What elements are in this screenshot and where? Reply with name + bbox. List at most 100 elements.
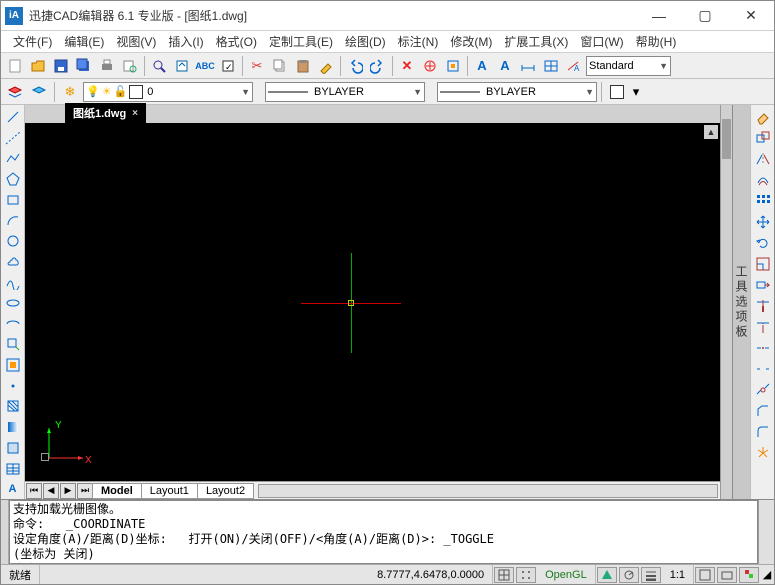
status-scale[interactable]: 1:1: [662, 565, 694, 584]
model-toggle[interactable]: [695, 567, 715, 583]
print-preview-icon[interactable]: [119, 55, 141, 77]
mirror-icon[interactable]: [753, 149, 773, 169]
extend-icon[interactable]: [753, 317, 773, 337]
command-handle[interactable]: [1, 500, 9, 564]
menu-customtools[interactable]: 定制工具(E): [263, 31, 339, 52]
gradient-icon[interactable]: [3, 417, 23, 437]
close-button[interactable]: ✕: [728, 1, 774, 31]
layout-tab-model[interactable]: Model: [92, 483, 142, 499]
arc-icon[interactable]: [3, 210, 23, 230]
menu-dim[interactable]: 标注(N): [392, 31, 445, 52]
dim-style-icon[interactable]: [517, 55, 539, 77]
tab-nav-last[interactable]: ⏭: [77, 483, 93, 499]
paste-icon[interactable]: [292, 55, 314, 77]
matchprop-icon[interactable]: [315, 55, 337, 77]
scale-icon[interactable]: [753, 254, 773, 274]
scroll-thumb[interactable]: [722, 119, 731, 159]
saveall-icon[interactable]: [73, 55, 95, 77]
snap-toggle[interactable]: [494, 567, 514, 583]
fillet-icon[interactable]: [753, 422, 773, 442]
osnap-toggle[interactable]: [597, 567, 617, 583]
publish-icon[interactable]: [171, 55, 193, 77]
audit-icon[interactable]: ✓: [217, 55, 239, 77]
copy-obj-icon[interactable]: [753, 128, 773, 148]
menu-window[interactable]: 窗口(W): [574, 31, 629, 52]
linetype-dropdown[interactable]: BYLAYER ▼: [265, 82, 425, 102]
point-icon[interactable]: [3, 376, 23, 396]
ref-edit-icon[interactable]: [419, 55, 441, 77]
horizontal-scrollbar[interactable]: [258, 484, 718, 498]
tablet-toggle[interactable]: [717, 567, 737, 583]
tab-nav-prev[interactable]: ◀: [43, 483, 59, 499]
layer-dropdown[interactable]: 💡 ☀ 🔓 0 ▼: [83, 82, 253, 102]
status-opengl[interactable]: OpenGL: [537, 565, 596, 584]
text-style-A2[interactable]: A: [494, 55, 516, 77]
circle-icon[interactable]: [3, 231, 23, 251]
layout-tab-layout2[interactable]: Layout2: [197, 483, 254, 499]
layer-manager-icon[interactable]: [4, 81, 26, 103]
revcloud-icon[interactable]: [3, 252, 23, 272]
document-tab-active[interactable]: 图纸1.dwg ×: [65, 103, 146, 123]
erase-icon[interactable]: [753, 107, 773, 127]
lwt-toggle[interactable]: [641, 567, 661, 583]
redo-icon[interactable]: [367, 55, 389, 77]
tab-nav-next[interactable]: ▶: [60, 483, 76, 499]
construction-line-icon[interactable]: [3, 128, 23, 148]
menu-modify[interactable]: 修改(M): [444, 31, 498, 52]
ellipse-icon[interactable]: [3, 293, 23, 313]
close-tab-icon[interactable]: ×: [132, 108, 138, 119]
open-file-icon[interactable]: [27, 55, 49, 77]
scroll-up-button[interactable]: ▲: [704, 125, 718, 139]
array-icon[interactable]: [753, 191, 773, 211]
table-style-icon[interactable]: [540, 55, 562, 77]
block-icon[interactable]: [442, 55, 464, 77]
new-file-icon[interactable]: [4, 55, 26, 77]
text-style-dropdown[interactable]: Standard ▼: [586, 56, 671, 76]
trim-icon[interactable]: [753, 296, 773, 316]
polygon-icon[interactable]: [3, 169, 23, 189]
text-style-A1[interactable]: A: [471, 55, 493, 77]
color-dropdown-arrow[interactable]: ▾: [630, 81, 642, 103]
layer-states-icon[interactable]: [28, 81, 50, 103]
save-icon[interactable]: [50, 55, 72, 77]
menu-help[interactable]: 帮助(H): [630, 31, 683, 52]
canvas[interactable]: ▲ Y X: [25, 123, 720, 481]
find-icon[interactable]: [148, 55, 170, 77]
spellcheck-icon[interactable]: ABC: [194, 55, 216, 77]
polar-toggle[interactable]: [619, 567, 639, 583]
cycle-toggle[interactable]: [739, 567, 759, 583]
region-icon[interactable]: [3, 438, 23, 458]
command-history[interactable]: 支持加载光栅图像。 命令: _COORDINATE 设定角度(A)/距离(D)坐…: [9, 500, 758, 564]
chamfer-icon[interactable]: [753, 401, 773, 421]
ellipse-arc-icon[interactable]: [3, 314, 23, 334]
command-scrollbar[interactable]: [758, 500, 774, 564]
minimize-button[interactable]: —: [636, 1, 682, 31]
delete-icon[interactable]: ✕: [396, 55, 418, 77]
copy-icon[interactable]: [269, 55, 291, 77]
insert-block-icon[interactable]: [3, 335, 23, 355]
color-dropdown[interactable]: [606, 81, 628, 103]
rotate-icon[interactable]: [753, 233, 773, 253]
tab-nav-first[interactable]: ⏮: [26, 483, 42, 499]
menu-edit[interactable]: 编辑(E): [58, 31, 110, 52]
cut-icon[interactable]: ✂: [246, 55, 268, 77]
lineweight-dropdown[interactable]: BYLAYER ▼: [437, 82, 597, 102]
menu-file[interactable]: 文件(F): [7, 31, 58, 52]
maximize-button[interactable]: ▢: [682, 1, 728, 31]
explode-icon[interactable]: [753, 443, 773, 463]
move-icon[interactable]: [753, 212, 773, 232]
mline-style-icon[interactable]: A: [563, 55, 585, 77]
menu-draw[interactable]: 绘图(D): [339, 31, 392, 52]
break-icon[interactable]: [753, 359, 773, 379]
menu-insert[interactable]: 插入(I): [162, 31, 209, 52]
mtext-icon[interactable]: A: [3, 479, 23, 499]
table-icon[interactable]: [3, 459, 23, 479]
layer-freeze-icon[interactable]: ❄: [59, 81, 81, 103]
break-point-icon[interactable]: [753, 338, 773, 358]
layout-tab-layout1[interactable]: Layout1: [141, 483, 198, 499]
tool-palettes-panel[interactable]: 工具选项板: [732, 105, 750, 499]
resize-grip-icon[interactable]: ◢: [760, 568, 774, 581]
print-icon[interactable]: [96, 55, 118, 77]
line-icon[interactable]: [3, 107, 23, 127]
grid-toggle[interactable]: [516, 567, 536, 583]
